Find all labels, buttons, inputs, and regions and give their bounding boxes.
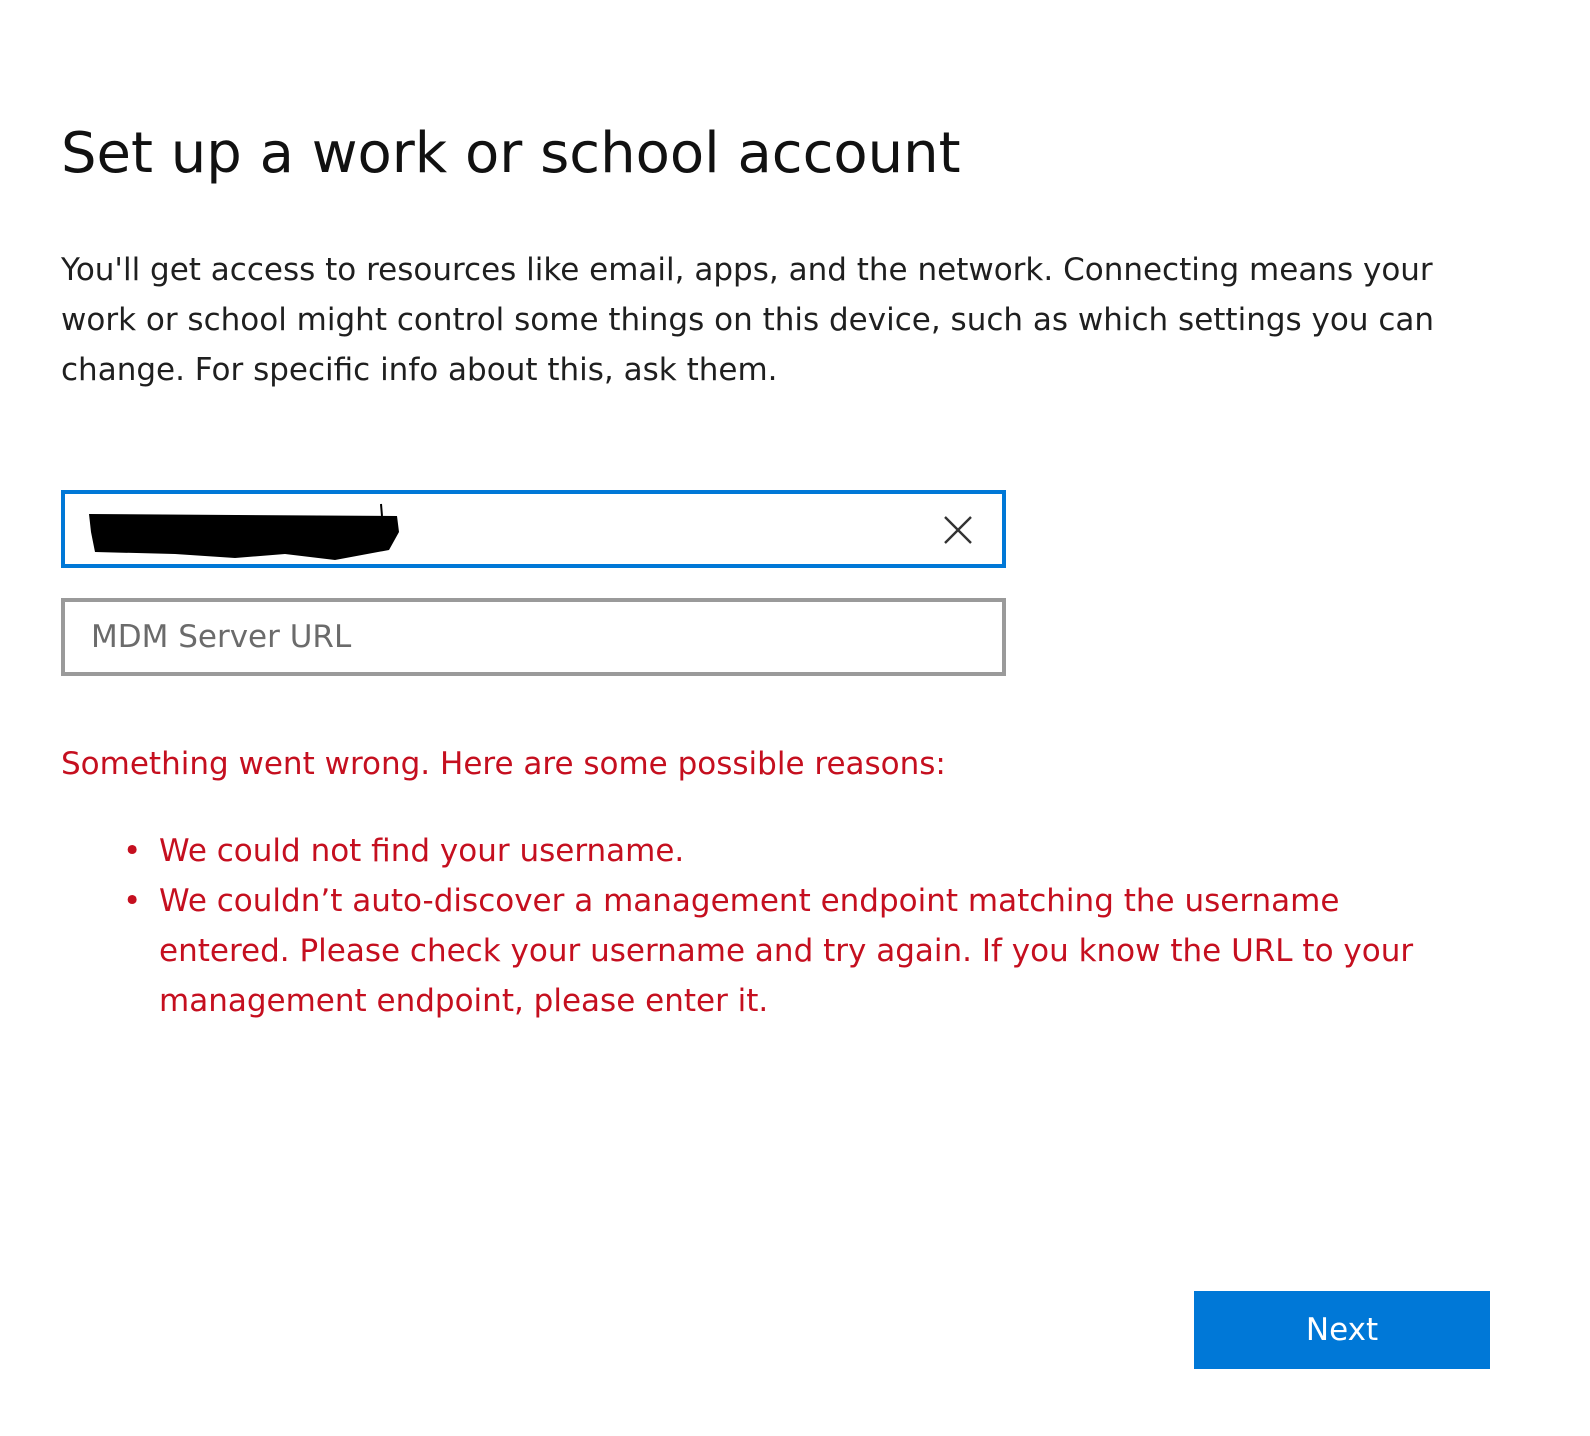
error-reason-text: We couldn’t auto-discover a management e… <box>159 883 1414 1019</box>
username-field[interactable] <box>61 490 1006 568</box>
error-reason-item: • We could not find your username. <box>123 826 1479 876</box>
next-button[interactable]: Next <box>1194 1291 1490 1369</box>
page-title: Set up a work or school account <box>61 121 961 186</box>
error-reason-item: • We couldn’t auto-discover a management… <box>123 876 1479 1026</box>
bullet: • <box>123 883 142 919</box>
close-icon <box>944 516 972 544</box>
username-input[interactable] <box>65 494 1002 564</box>
error-reason-text: We could not find your username. <box>159 833 685 869</box>
bullet: • <box>123 833 142 869</box>
error-reasons-list: • We could not find your username. • We … <box>123 826 1479 1026</box>
page-description: You'll get access to resources like emai… <box>61 252 1435 388</box>
mdm-server-url-input[interactable] <box>65 602 1002 672</box>
mdm-server-url-field[interactable] <box>61 598 1006 676</box>
clear-username-button[interactable] <box>936 508 980 552</box>
error-heading: Something went wrong. Here are some poss… <box>61 746 946 782</box>
